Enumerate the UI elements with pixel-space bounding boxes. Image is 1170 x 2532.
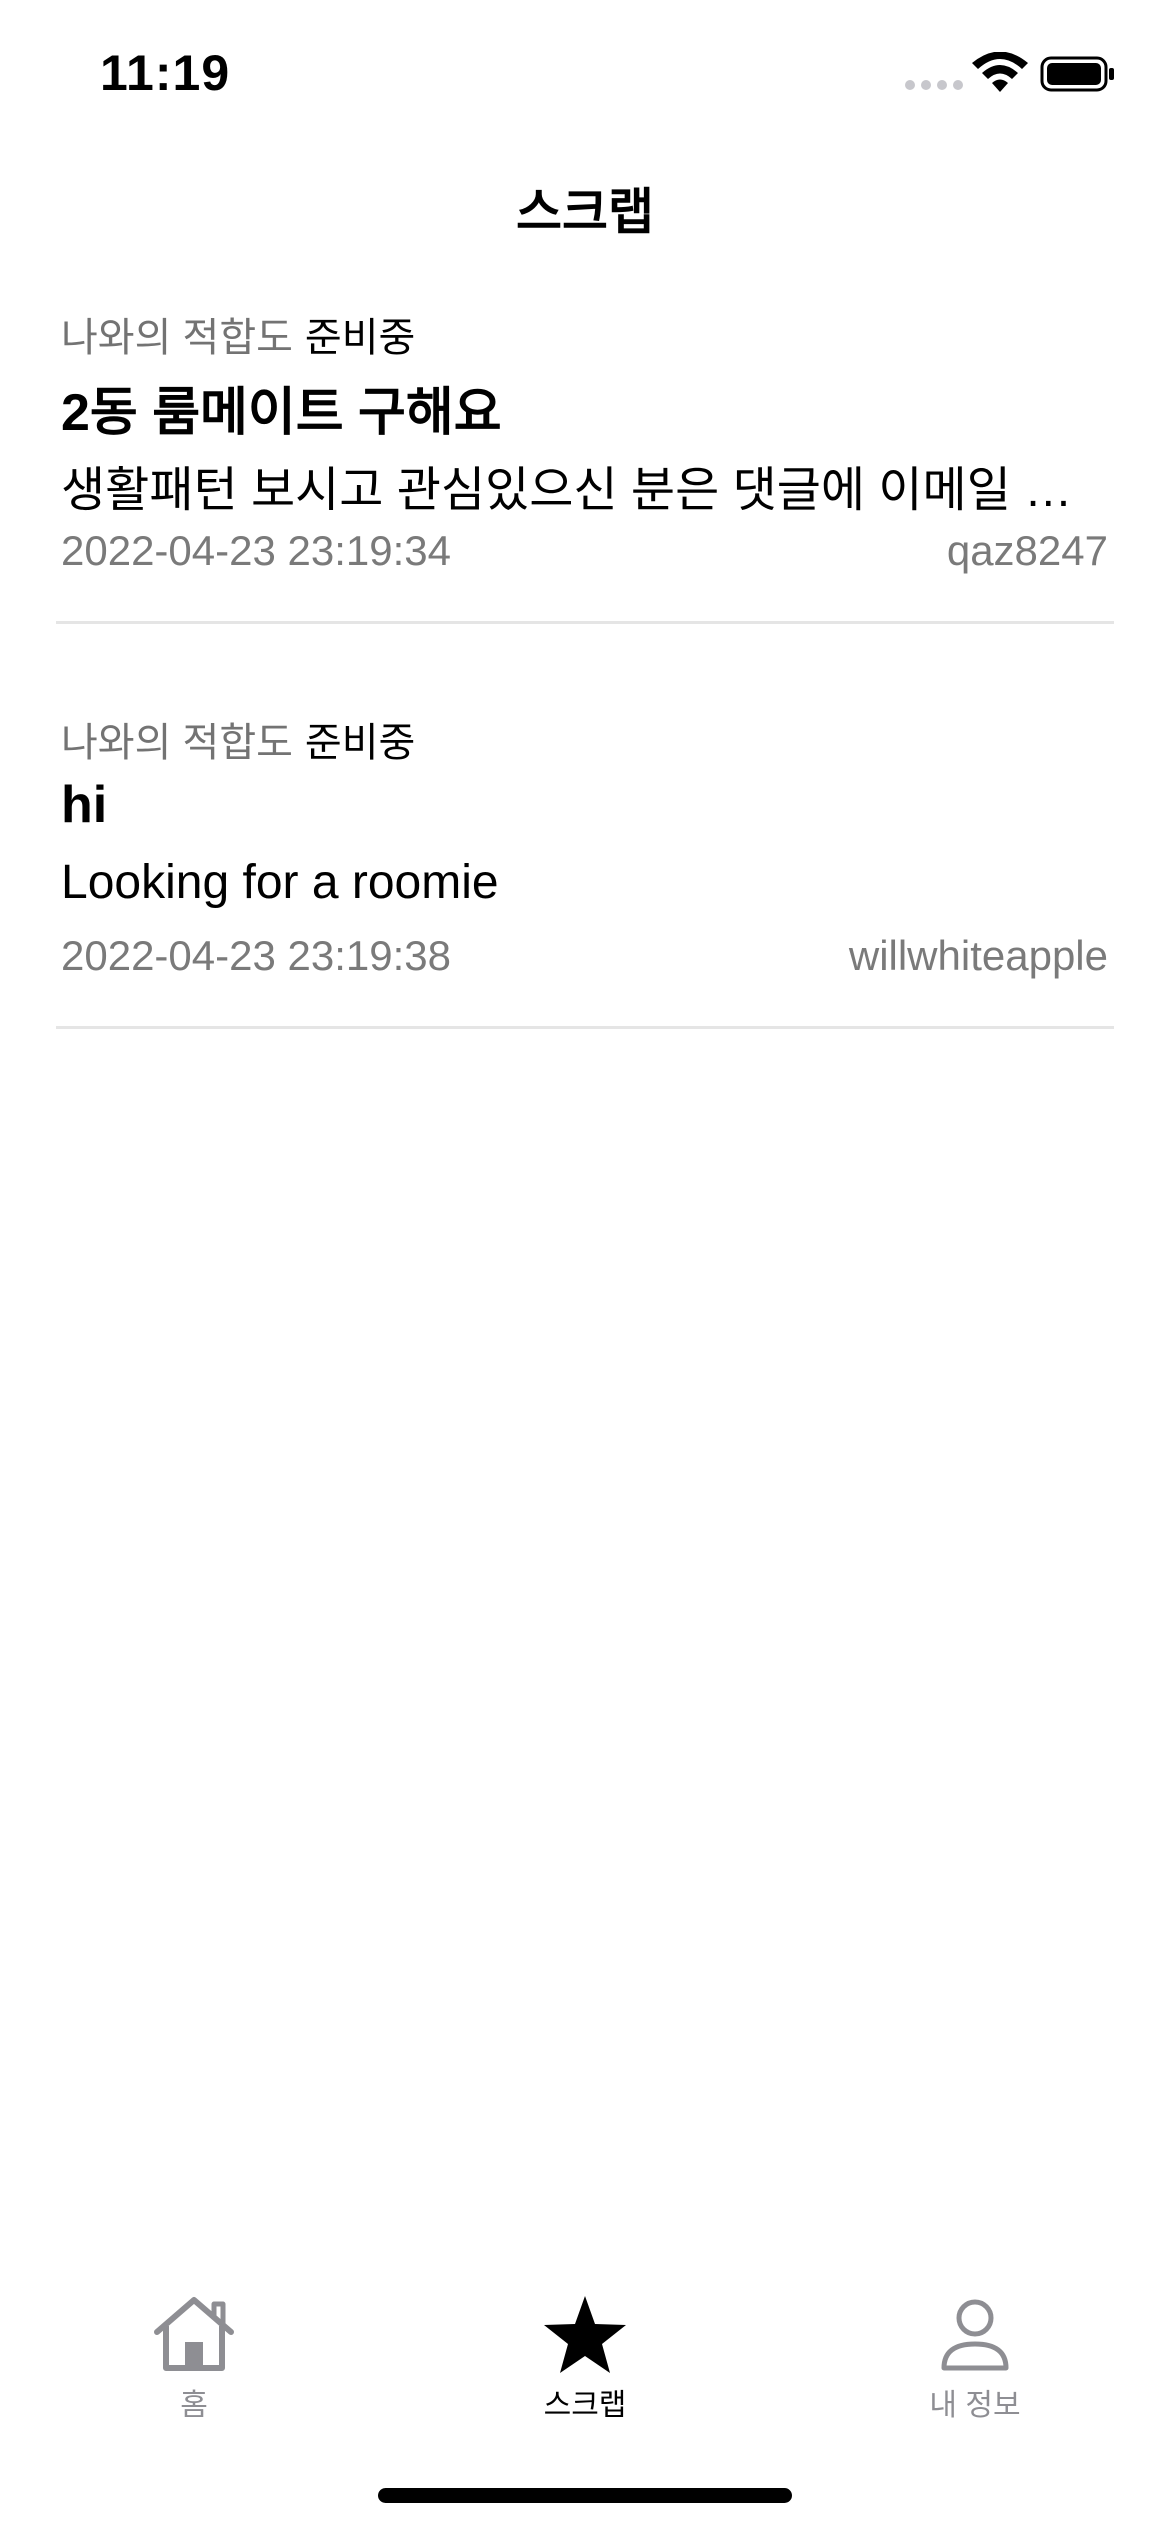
tab-home-label: 홈 [180, 2389, 208, 2422]
wifi-icon [972, 52, 1028, 92]
status-bar: 11:19 [0, 0, 1170, 150]
cellular-signal-icon [905, 80, 963, 90]
house-icon [154, 2297, 234, 2371]
divider [56, 621, 1114, 624]
battery-icon [1040, 56, 1114, 92]
tab-my-info[interactable]: 내 정보 [865, 2294, 1085, 2424]
person-icon [941, 2299, 1009, 2371]
tab-scrap-label: 스크랩 [543, 2389, 627, 2422]
compatibility-value: 준비중 [304, 721, 416, 765]
tab-my-info-label: 내 정보 [929, 2389, 1021, 2422]
post-date: 2022-04-23 23:19:38 [61, 932, 451, 979]
post-title: 2동 룸메이트 구해요 [61, 384, 502, 442]
tab-scrap[interactable]: 스크랩 [475, 2294, 695, 2424]
page-title: 스크랩 [516, 184, 654, 240]
compatibility-label: 나와의 적합도 [61, 316, 293, 360]
post-body: Looking for a roomie [61, 856, 499, 909]
compatibility-label: 나와의 적합도 [61, 721, 293, 765]
compatibility-line: 나와의 적합도 준비중 [61, 305, 415, 363]
post-title: hi [61, 776, 108, 834]
tab-home[interactable]: 홈 [84, 2294, 304, 2424]
post-author: qaz8247 [946, 527, 1108, 574]
home-indicator [378, 2488, 792, 2503]
compatibility-value: 준비중 [304, 316, 416, 360]
post-body: 생활패턴 보시고 관심있으신 분은 댓글에 이메일 남… [61, 464, 1111, 517]
star-icon [544, 2296, 626, 2373]
post-date: 2022-04-23 23:19:34 [61, 527, 451, 574]
divider [56, 1026, 1114, 1029]
compatibility-line: 나와의 적합도 준비중 [61, 710, 415, 768]
status-time: 11:19 [100, 45, 231, 101]
post-author: willwhiteapple [848, 932, 1108, 979]
